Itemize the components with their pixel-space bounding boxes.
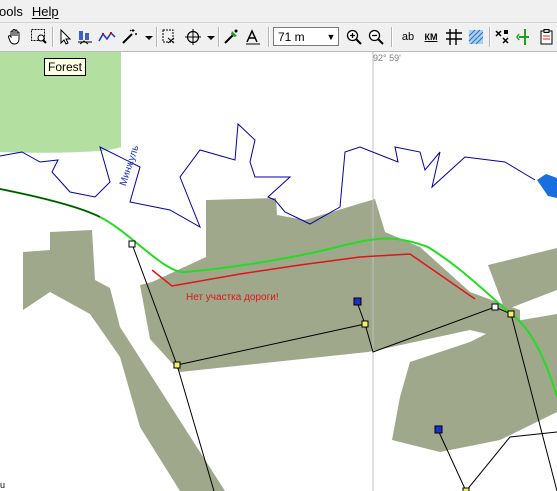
zoom-rect-icon[interactable] (28, 26, 50, 48)
map-layer (0, 52, 557, 491)
poi-marker (353, 297, 362, 306)
grid-icon[interactable] (443, 26, 465, 48)
menu-tools[interactable]: ools (0, 4, 30, 19)
route-icon[interactable] (74, 26, 96, 48)
chevron-down-icon[interactable] (144, 26, 154, 48)
missing-road-label: Нет участка дороги! (186, 292, 279, 303)
gray-area-east-top (488, 248, 557, 310)
scale-select[interactable]: 71 m ▼ (273, 27, 339, 46)
poi-marker (434, 425, 443, 434)
hatch-icon[interactable] (465, 26, 487, 48)
road-vertex (507, 310, 515, 318)
menu-bar: ools Help (0, 0, 557, 23)
toolbar: 71 m ▼ ab КМ (0, 23, 557, 52)
scale-value: 71 m (278, 29, 305, 44)
magic-wand-icon[interactable] (118, 26, 140, 48)
hand-icon[interactable] (4, 26, 26, 48)
track-dark-segment (0, 188, 101, 218)
ab-button[interactable]: ab (397, 26, 419, 48)
road-vertex (128, 240, 136, 248)
pointer-icon[interactable] (54, 26, 76, 48)
km-button[interactable]: КМ (420, 26, 442, 48)
map-canvas[interactable]: 92° 59' Forest Минжуль Нет участка дорог… (0, 52, 557, 491)
road-vertex (361, 320, 369, 328)
zoom-in-icon[interactable] (343, 26, 365, 48)
road-vertex (491, 303, 499, 311)
label-icon[interactable] (242, 26, 264, 48)
corner-text: u (0, 480, 6, 490)
crop-icon[interactable] (158, 26, 180, 48)
tooltip: Forest (44, 58, 87, 76)
waypoint-icon[interactable] (491, 26, 513, 48)
lake-shape (537, 174, 557, 198)
menu-help[interactable]: Help (30, 4, 66, 19)
road-vertex (173, 361, 181, 369)
chevron-down-icon[interactable]: ▼ (324, 28, 338, 45)
gps-icon[interactable] (220, 26, 242, 48)
coordinate-label: 92° 59' (373, 53, 401, 63)
arrow-icon[interactable] (514, 26, 536, 48)
chevron-down-icon[interactable] (206, 26, 216, 48)
clipboard-icon[interactable] (536, 26, 557, 48)
track-icon[interactable] (96, 26, 118, 48)
zoom-out-icon[interactable] (365, 26, 387, 48)
target-icon[interactable] (182, 26, 204, 48)
